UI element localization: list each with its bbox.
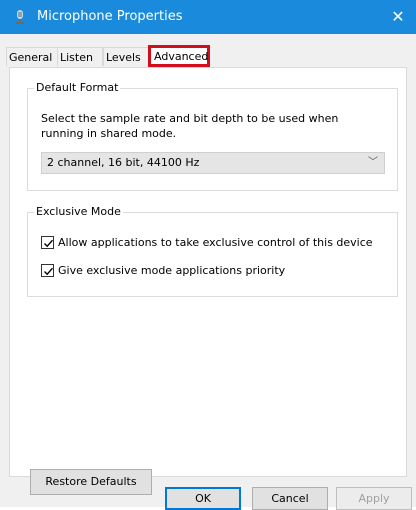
window-title: Microphone Properties <box>37 9 183 24</box>
checkmark-icon <box>44 267 54 276</box>
default-format-title: Default Format <box>34 81 121 94</box>
exclusive-priority-checkbox[interactable] <box>41 264 54 277</box>
advanced-panel: Default Format Select the sample rate an… <box>9 67 407 495</box>
default-format-description: Select the sample rate and bit depth to … <box>41 112 339 140</box>
microphone-icon <box>16 10 24 24</box>
tab-general-label: General <box>9 51 53 64</box>
tab-strip: General Listen Levels Advanced <box>0 45 416 67</box>
exclusive-mode-group: Exclusive Mode Allow applications to tak… <box>27 205 398 297</box>
tab-levels[interactable]: Levels <box>103 47 150 66</box>
close-icon: ✕ <box>391 7 405 26</box>
tab-listen[interactable]: Listen <box>57 47 103 66</box>
checkmark-icon <box>44 239 54 248</box>
tab-levels-label: Levels <box>106 51 141 64</box>
sample-format-value: 2 channel, 16 bit, 44100 Hz <box>47 156 200 169</box>
restore-defaults-button[interactable]: Restore Defaults <box>30 469 152 495</box>
close-button[interactable]: ✕ <box>386 5 410 29</box>
dialog-body: General Listen Levels Advanced Default F… <box>0 34 416 510</box>
exclusive-priority-label: Give exclusive mode applications priorit… <box>58 264 286 277</box>
chevron-down-icon: ﹀ <box>368 157 378 168</box>
tab-advanced-label: Advanced <box>154 50 209 63</box>
tab-general[interactable]: General <box>6 47 58 66</box>
allow-exclusive-control-checkbox[interactable] <box>41 236 54 249</box>
default-format-group: Default Format Select the sample rate an… <box>27 81 398 191</box>
tab-advanced[interactable]: Advanced <box>148 45 210 67</box>
allow-exclusive-control-label: Allow applications to take exclusive con… <box>58 236 373 249</box>
title-bar: Microphone Properties ✕ <box>0 0 416 34</box>
tab-listen-label: Listen <box>60 51 93 64</box>
sample-format-dropdown[interactable]: 2 channel, 16 bit, 44100 Hz ﹀ <box>41 152 385 174</box>
exclusive-mode-title: Exclusive Mode <box>34 205 123 218</box>
